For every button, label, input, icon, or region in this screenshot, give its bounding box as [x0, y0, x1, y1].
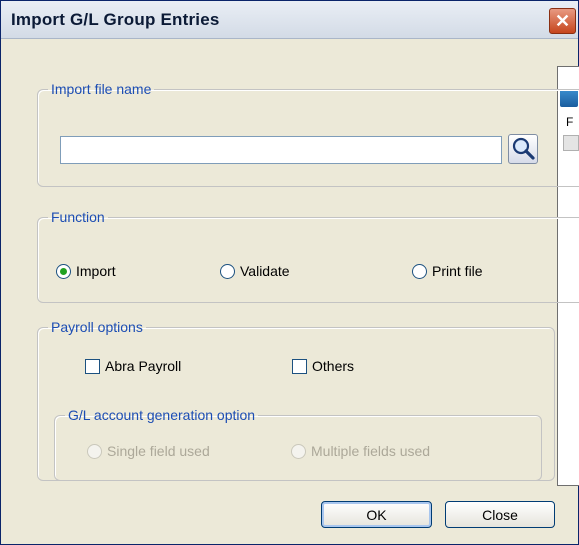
import-file-group: Import file name — [37, 81, 579, 187]
import-file-input[interactable] — [60, 136, 502, 164]
import-dialog: Import G/L Group Entries ✕ F Import file… — [0, 0, 579, 545]
radio-label: Multiple fields used — [311, 443, 431, 459]
gl-generation-group: G/L account generation option Single fie… — [54, 407, 542, 481]
radio-single-field: Single field used — [87, 443, 210, 459]
import-file-legend: Import file name — [51, 81, 152, 97]
radio-label: Validate — [240, 263, 290, 279]
checkbox[interactable] — [292, 358, 307, 374]
radio-button[interactable] — [412, 263, 427, 279]
function-group: Function Import Validate Print file — [37, 209, 579, 303]
radio-multiple-fields: Multiple fields used — [291, 443, 430, 459]
browse-file-button[interactable] — [508, 134, 538, 164]
magnifier-icon — [512, 137, 535, 160]
ok-button[interactable]: OK — [321, 501, 432, 528]
checkbox-label: Others — [312, 358, 355, 374]
radio-label: Print file — [432, 263, 483, 279]
checkbox-abra-payroll[interactable]: Abra Payroll — [85, 358, 181, 374]
radio-button[interactable] — [56, 263, 71, 279]
payroll-options-legend: Payroll options — [51, 319, 143, 335]
function-legend: Function — [51, 209, 105, 225]
radio-print-file[interactable]: Print file — [412, 263, 483, 279]
radio-button[interactable] — [220, 263, 235, 279]
radio-validate[interactable]: Validate — [220, 263, 290, 279]
checkbox[interactable] — [85, 358, 100, 374]
payroll-options-group: Payroll options Abra Payroll Others G/L … — [37, 319, 555, 481]
radio-label: Import — [76, 263, 116, 279]
close-window-button[interactable]: ✕ — [549, 8, 576, 34]
radio-label: Single field used — [107, 443, 210, 459]
close-button[interactable]: Close — [445, 501, 555, 528]
radio-import[interactable]: Import — [56, 263, 116, 279]
title-bar[interactable]: Import G/L Group Entries ✕ — [1, 1, 578, 39]
window-title: Import G/L Group Entries — [11, 10, 220, 29]
radio-button — [87, 443, 102, 459]
checkbox-others[interactable]: Others — [292, 358, 354, 374]
radio-button — [291, 443, 306, 459]
checkbox-label: Abra Payroll — [105, 358, 182, 374]
gl-generation-legend: G/L account generation option — [68, 407, 256, 423]
